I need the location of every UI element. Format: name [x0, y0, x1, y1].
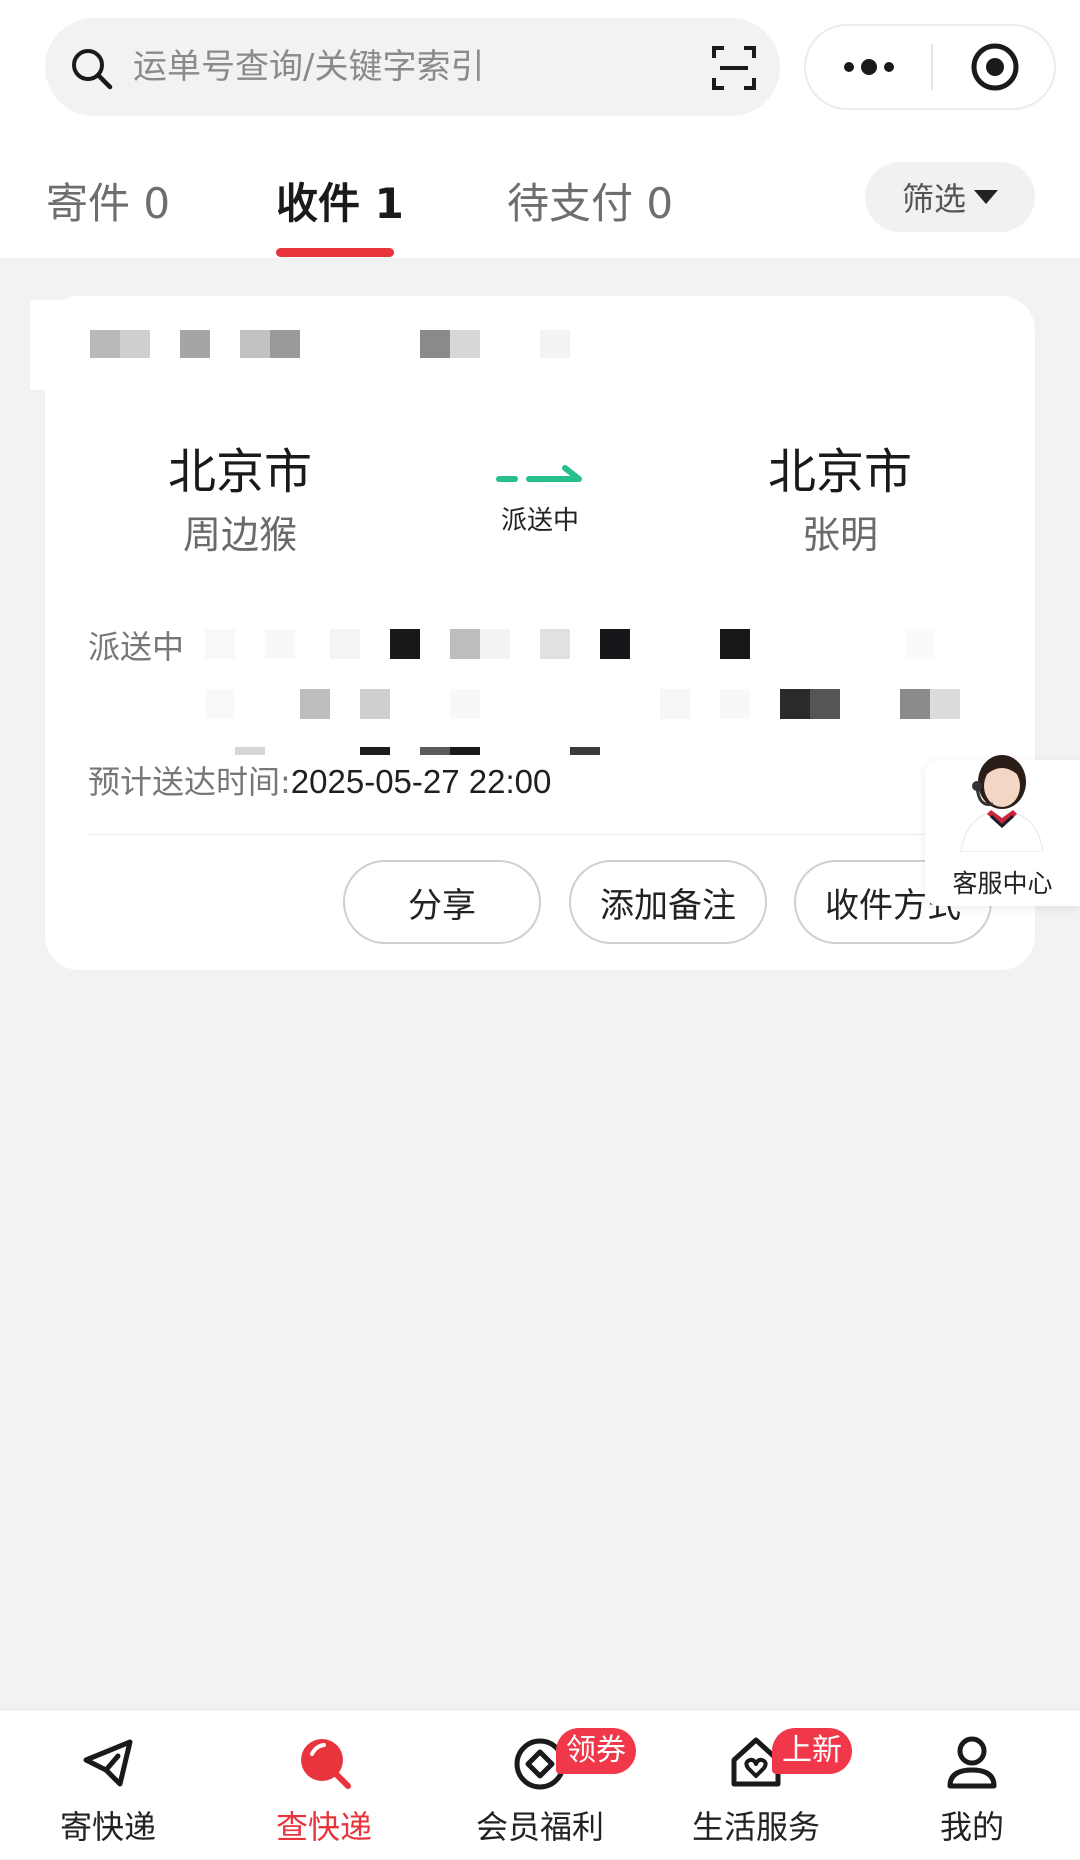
nav-label-life-services: 生活服务 [691, 1808, 820, 1846]
coupon-badge: 领券 [556, 1728, 636, 1774]
redacted-status-detail [205, 625, 975, 755]
search-package-icon [301, 1739, 351, 1789]
redacted-tracking-number [30, 300, 690, 390]
filter-label: 筛选 [901, 180, 966, 218]
customer-service-agent-avatar [960, 755, 1044, 852]
search-bar[interactable] [45, 18, 780, 116]
search-icon [72, 49, 113, 90]
tab-received[interactable]: 收件 1 [276, 170, 404, 231]
bottom-navigation: 寄快递 查快递 会员福利 领券 生活服务 上新 我的 [0, 1709, 1080, 1859]
tab-sent[interactable]: 寄件 0 [46, 170, 170, 231]
more-dots-icon [843, 59, 894, 75]
customer-service-float[interactable]: 客服中心 [925, 755, 1080, 906]
filter-button[interactable]: 筛选 [865, 162, 1035, 232]
add-note-button[interactable]: 添加备注 [569, 860, 767, 944]
nav-item-send[interactable]: 寄快递 [0, 1710, 216, 1860]
card-divider [88, 834, 988, 835]
nav-item-member-benefits[interactable]: 会员福利 领券 [432, 1710, 648, 1860]
scan-icon[interactable] [710, 44, 758, 92]
route-status-label: 派送中 [500, 506, 579, 536]
caret-down-icon [974, 190, 998, 204]
user-profile-icon [947, 1736, 997, 1789]
share-button[interactable]: 分享 [343, 860, 541, 944]
nav-label-member-benefits: 会员福利 [475, 1808, 604, 1846]
nav-item-life-services[interactable]: 生活服务 上新 [648, 1710, 864, 1860]
miniprogram-capsule [804, 24, 1056, 110]
close-target-icon [971, 43, 1018, 91]
more-options-button[interactable] [806, 26, 931, 108]
estimated-delivery: 预计送达时间:2025-05-27 22:00 [88, 757, 551, 803]
origin-city: 北京市 [167, 444, 312, 500]
route-arrow-icon [496, 465, 582, 482]
tab-pending-payment[interactable]: 待支付 0 [507, 170, 673, 231]
nav-label-send: 寄快递 [59, 1808, 156, 1846]
nav-label-profile: 我的 [939, 1808, 1004, 1846]
eta-value: 2025-05-27 22:00 [290, 763, 552, 800]
sender-name: 周边猴 [182, 513, 297, 557]
active-tab-indicator [276, 248, 394, 257]
top-header: 寄件 0 收件 1 待支付 0 筛选 [0, 0, 1080, 258]
recipient-name: 张明 [801, 513, 878, 557]
nav-label-track: 查快递 [275, 1808, 372, 1846]
close-miniprogram-button[interactable] [933, 26, 1056, 108]
customer-service-label: 客服中心 [952, 869, 1053, 898]
nav-item-track[interactable]: 查快递 [216, 1710, 432, 1860]
destination-city: 北京市 [767, 444, 912, 500]
send-paper-plane-icon [83, 1739, 133, 1787]
new-badge: 上新 [772, 1728, 852, 1774]
nav-item-profile[interactable]: 我的 [864, 1710, 1080, 1860]
delivery-status-label: 派送中 [88, 628, 185, 666]
search-input[interactable] [133, 18, 693, 116]
eta-label: 预计送达时间: [88, 763, 291, 801]
